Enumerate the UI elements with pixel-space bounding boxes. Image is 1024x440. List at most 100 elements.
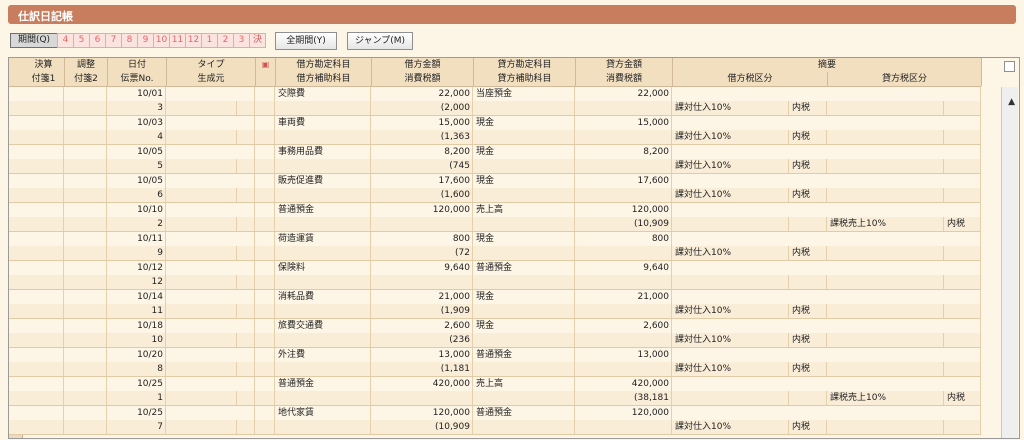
cell-credit-sub-account[interactable]	[474, 420, 575, 434]
cell-blank[interactable]	[256, 101, 275, 115]
cell-voucher-no[interactable]: 12	[108, 275, 166, 289]
cell-credit-tax-inclusion[interactable]	[945, 188, 981, 202]
table-row-sub[interactable]: 12	[9, 275, 981, 290]
cell-debit-tax[interactable]: (1,363	[372, 130, 473, 144]
cell-credit-account[interactable]: 売上高	[474, 377, 575, 391]
month-button-6[interactable]: 10	[153, 33, 170, 48]
cell-credit-sub-account[interactable]	[474, 391, 575, 405]
cell-debit-tax-category[interactable]: 課対仕入10%	[673, 333, 789, 347]
cell-debit-account[interactable]: 普通預金	[276, 203, 371, 217]
cell-debit-tax-inclusion[interactable]: 内税	[790, 130, 827, 144]
cell-tag1[interactable]	[23, 391, 64, 405]
cell-debit-tax-inclusion[interactable]: 内税	[790, 159, 827, 173]
cell-chosei[interactable]	[65, 377, 107, 391]
table-row-sub[interactable]: 1 (38,181 課税売上10% 内税	[9, 391, 981, 406]
cell-credit-account[interactable]: 現金	[474, 319, 575, 333]
cell-chosei[interactable]	[65, 145, 107, 159]
cell-credit-amount[interactable]: 2,600	[576, 319, 672, 333]
table-row[interactable]: 10/18 旅費交通費 2,600 現金 2,600	[9, 319, 981, 334]
cell-source[interactable]	[167, 304, 237, 318]
table-row-sub[interactable]: 8 (1,181 課対仕入10% 内税	[9, 362, 981, 377]
cell-credit-amount[interactable]: 21,000	[576, 290, 672, 304]
table-settings-icon[interactable]	[1004, 61, 1015, 72]
cell-source[interactable]	[167, 420, 237, 434]
month-button-5[interactable]: 9	[137, 33, 154, 48]
cell-tag2[interactable]	[65, 246, 107, 260]
cell-kessan[interactable]	[23, 261, 64, 275]
cell-voucher-no[interactable]: 10	[108, 333, 166, 347]
cell-chosei[interactable]	[65, 174, 107, 188]
cell-credit-tax-inclusion[interactable]	[945, 362, 981, 376]
cell-debit-amount[interactable]: 22,000	[372, 87, 473, 101]
cell-debit-sub-account[interactable]	[276, 159, 371, 173]
table-row[interactable]: 10/25 普通預金 420,000 売上高 420,000	[9, 377, 981, 392]
cell-kessan[interactable]	[23, 377, 64, 391]
cell-tag2[interactable]	[65, 159, 107, 173]
cell-credit-tax-category[interactable]: 課税売上10%	[828, 391, 944, 405]
table-row-sub[interactable]: 5 (745 課対仕入10% 内税	[9, 159, 981, 174]
cell-credit-tax[interactable]	[576, 101, 672, 115]
cell-kessan[interactable]	[23, 87, 64, 101]
cell-source-extra[interactable]	[238, 333, 255, 347]
cell-source-extra[interactable]	[238, 362, 255, 376]
cell-debit-account[interactable]: 車両費	[276, 116, 371, 130]
cell-debit-amount[interactable]: 420,000	[372, 377, 473, 391]
all-period-button[interactable]: 全期間(Y)	[275, 32, 337, 50]
table-row[interactable]: 10/25 地代家賃 120,000 普通預金 120,000	[9, 406, 981, 421]
table-row[interactable]: 10/05 販売促進費 17,600 現金 17,600	[9, 174, 981, 189]
cell-credit-sub-account[interactable]	[474, 217, 575, 231]
cell-source-extra[interactable]	[238, 246, 255, 260]
cell-debit-tax-category[interactable]: 課対仕入10%	[673, 420, 789, 434]
cell-credit-tax-inclusion[interactable]	[945, 130, 981, 144]
table-row-sub[interactable]: 10 (236 課対仕入10% 内税	[9, 333, 981, 348]
cell-tag2[interactable]	[65, 188, 107, 202]
cell-date[interactable]: 10/11	[108, 232, 166, 246]
cell-credit-tax[interactable]: (38,181	[576, 391, 672, 405]
table-row[interactable]: 10/20 外注費 13,000 普通預金 13,000	[9, 348, 981, 363]
cell-chosei[interactable]	[65, 116, 107, 130]
cell-tag1[interactable]	[23, 217, 64, 231]
cell-debit-tax[interactable]: (2,000	[372, 101, 473, 115]
cell-credit-tax-category[interactable]	[828, 159, 944, 173]
cell-blank[interactable]	[256, 188, 275, 202]
cell-debit-sub-account[interactable]	[276, 188, 371, 202]
table-row[interactable]: 10/05 事務用品費 8,200 現金 8,200	[9, 145, 981, 160]
cell-debit-tax-inclusion[interactable]: 内税	[790, 362, 827, 376]
cell-summary[interactable]	[673, 261, 981, 275]
cell-type[interactable]	[167, 319, 255, 333]
cell-blank[interactable]	[256, 420, 275, 434]
cell-chosei[interactable]	[65, 261, 107, 275]
period-button[interactable]: 期間(Q)	[10, 33, 58, 48]
cell-voucher-no[interactable]: 9	[108, 246, 166, 260]
table-row[interactable]: 10/01 交際費 22,000 当座預金 22,000	[9, 87, 981, 102]
cell-kessan[interactable]	[23, 319, 64, 333]
cell-debit-amount[interactable]: 13,000	[372, 348, 473, 362]
cell-credit-amount[interactable]: 800	[576, 232, 672, 246]
cell-tag2[interactable]	[65, 362, 107, 376]
cell-debit-tax-category[interactable]	[673, 275, 789, 289]
cell-blank[interactable]	[256, 130, 275, 144]
cell-chosei[interactable]	[65, 87, 107, 101]
cell-debit-tax-category[interactable]: 課対仕入10%	[673, 101, 789, 115]
month-button-7[interactable]: 11	[169, 33, 186, 48]
cell-source[interactable]	[167, 333, 237, 347]
cell-kessan[interactable]	[23, 406, 64, 420]
cell-kessan[interactable]	[23, 232, 64, 246]
cell-debit-tax[interactable]: (1,181	[372, 362, 473, 376]
cell-credit-tax[interactable]	[576, 333, 672, 347]
cell-type[interactable]	[167, 174, 255, 188]
table-row[interactable]: 10/11 荷造運賃 800 現金 800	[9, 232, 981, 247]
cell-type[interactable]	[167, 261, 255, 275]
cell-debit-tax-inclusion[interactable]	[790, 217, 827, 231]
table-row-sub[interactable]: 3 (2,000 課対仕入10% 内税	[9, 101, 981, 116]
cell-summary[interactable]	[673, 116, 981, 130]
cell-voucher-no[interactable]: 2	[108, 217, 166, 231]
cell-chosei[interactable]	[65, 319, 107, 333]
cell-source-extra[interactable]	[238, 217, 255, 231]
cell-summary[interactable]	[673, 145, 981, 159]
cell-credit-tax-category[interactable]	[828, 304, 944, 318]
cell-tag2[interactable]	[65, 391, 107, 405]
cell-credit-sub-account[interactable]	[474, 101, 575, 115]
cell-tag1[interactable]	[23, 130, 64, 144]
cell-summary[interactable]	[673, 290, 981, 304]
